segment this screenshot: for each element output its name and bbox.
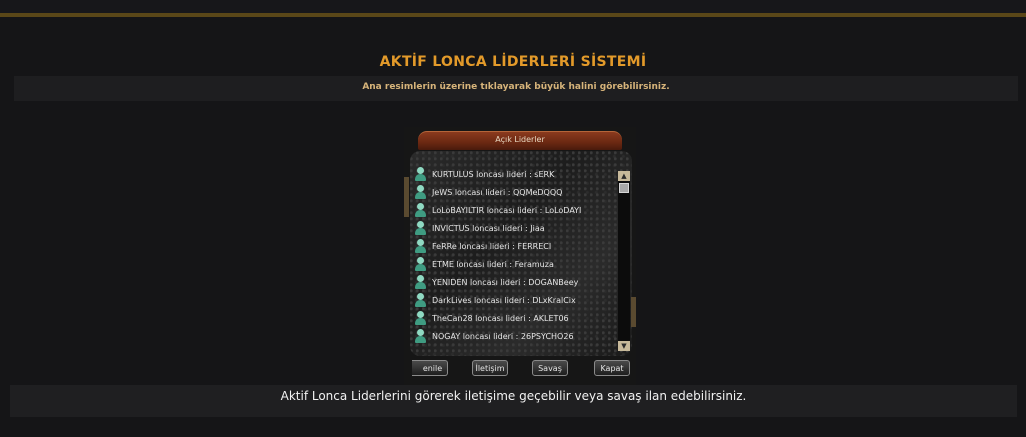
list-item[interactable]: INVICTUS loncası lideri : Jiaa: [414, 219, 614, 237]
list-item[interactable]: KURTULUS loncası lideri : sERK: [414, 165, 614, 183]
list-item[interactable]: ETME loncası lideri : Feramuza: [414, 255, 614, 273]
character-icon: [414, 239, 427, 253]
character-icon: [414, 221, 427, 235]
scroll-down-arrow-icon[interactable]: ▼: [618, 341, 630, 351]
list-scrollbar[interactable]: ▲ ▼: [618, 171, 630, 351]
list-item-label: NOGAY loncası lideri : 26PSYCHO26: [432, 331, 574, 341]
page-title: AKTİF LONCA LİDERLERİ SİSTEMİ: [379, 54, 647, 70]
character-icon: [414, 257, 427, 271]
list-item[interactable]: FeRRe loncası lideri : FERRECI: [414, 237, 614, 255]
scroll-up-arrow-icon[interactable]: ▲: [618, 171, 630, 181]
image-caption: Aktif Lonca Liderlerini görerek iletişim…: [280, 389, 747, 403]
list-item[interactable]: LoLoBAYILTIR loncası lideri : LoLoDAYI: [414, 201, 614, 219]
character-icon: [414, 293, 427, 307]
character-icon: [414, 329, 427, 343]
character-icon: [414, 167, 427, 181]
guild-leaders-window[interactable]: Açık Liderler KURTULUS loncası lideri : …: [404, 127, 636, 385]
subtitle-band: Ana resimlerin üzerine tıklayarak büyük …: [14, 76, 1018, 101]
list-item-label: TheCan28 loncası lideri : AKLET06: [432, 313, 569, 323]
window-header-label: Açık Liderler: [495, 135, 545, 144]
list-item[interactable]: NOGAY loncası lideri : 26PSYCHO26: [414, 327, 614, 345]
list-item-label: KURTULUS loncası lideri : sERK: [432, 169, 555, 179]
top-accent-bar: [0, 13, 1026, 17]
list-item-label: ETME loncası lideri : Feramuza: [432, 259, 554, 269]
window-header: Açık Liderler: [418, 131, 622, 150]
contact-button[interactable]: İletişim: [472, 360, 508, 376]
character-icon: [414, 311, 427, 325]
list-item-label: LoLoBAYILTIR loncası lideri : LoLoDAYI: [432, 205, 582, 215]
window-frame-right: [631, 297, 636, 327]
list-item-label: INVICTUS loncası lideri : Jiaa: [432, 223, 545, 233]
refresh-button[interactable]: enile: [412, 360, 448, 376]
list-item[interactable]: DarkLives loncası lideri : DLxKralCix: [414, 291, 614, 309]
character-icon: [414, 203, 427, 217]
character-icon: [414, 185, 427, 199]
list-item-label: FeRRe loncası lideri : FERRECI: [432, 241, 552, 251]
list-item-label: DarkLives loncası lideri : DLxKralCix: [432, 295, 576, 305]
window-frame-left: [404, 177, 409, 217]
top-band: [0, 0, 1026, 13]
list-item-label: YENIDEN loncası lideri : DOGANBeey: [432, 277, 579, 287]
list-item-label: JeWS loncası lideri : QQMeDQQQ: [432, 187, 563, 197]
leader-list: KURTULUS loncası lideri : sERK JeWS lonc…: [414, 165, 614, 345]
page-subtitle: Ana resimlerin üzerine tıklayarak büyük …: [362, 82, 670, 92]
scroll-thumb[interactable]: [619, 183, 629, 193]
list-item[interactable]: JeWS loncası lideri : QQMeDQQQ: [414, 183, 614, 201]
list-item[interactable]: YENIDEN loncası lideri : DOGANBeey: [414, 273, 614, 291]
character-icon: [414, 275, 427, 289]
caption-band: Aktif Lonca Liderlerini görerek iletişim…: [10, 385, 1017, 417]
close-button[interactable]: Kapat: [594, 360, 630, 376]
declare-war-button[interactable]: Savaş: [532, 360, 568, 376]
list-item[interactable]: TheCan28 loncası lideri : AKLET06: [414, 309, 614, 327]
